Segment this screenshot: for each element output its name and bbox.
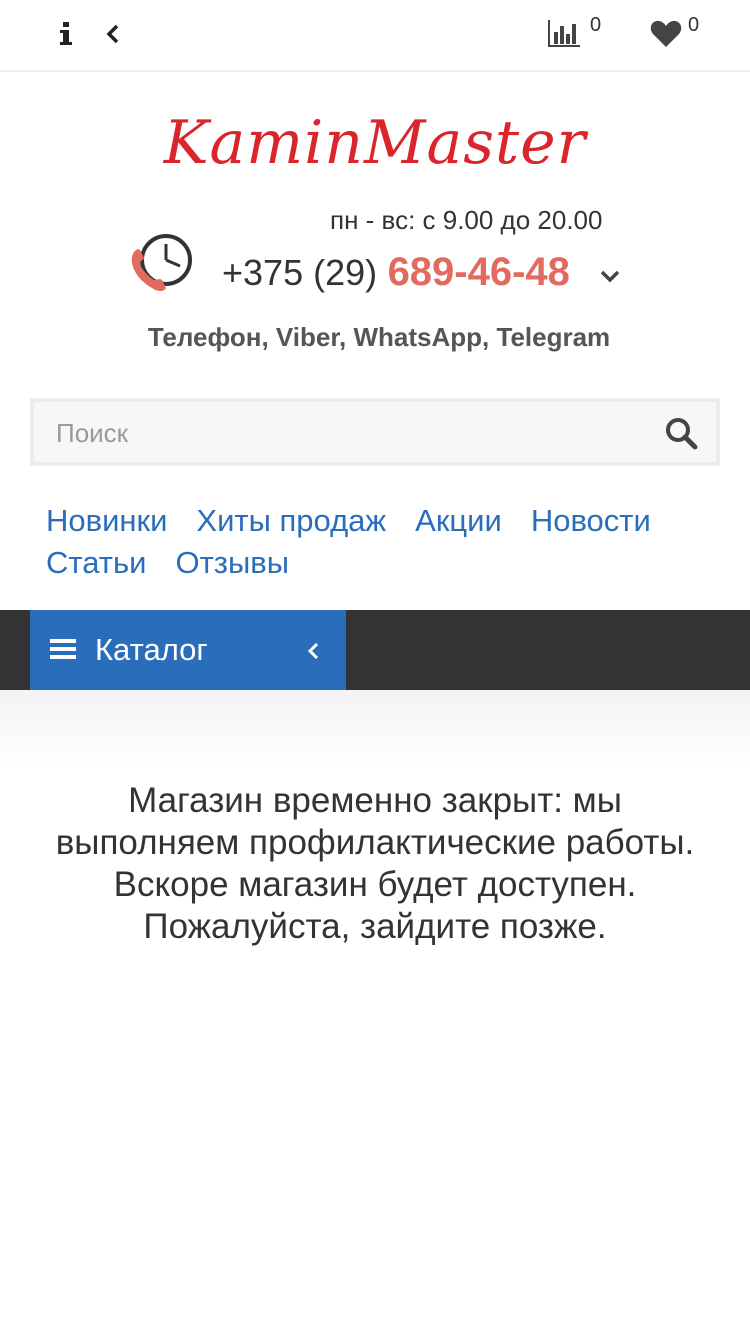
info-icon[interactable] <box>52 16 80 52</box>
search-icon[interactable] <box>664 416 698 450</box>
chevron-left-icon[interactable] <box>98 16 128 52</box>
message-line: Вскоре магазин будет доступен. <box>113 865 637 904</box>
nav-link-new[interactable]: Новинки <box>46 500 167 542</box>
phone-prefix: +375 (29) <box>222 252 378 293</box>
nav-link-reviews[interactable]: Отзывы <box>175 542 289 584</box>
maintenance-message: Магазин временно закрыт: мы выполняем пр… <box>0 780 750 948</box>
favorites-count: 0 <box>688 14 700 36</box>
nav-link-promotions[interactable]: Акции <box>415 500 502 542</box>
working-hours: пн - вс: с 9.00 до 20.00 <box>330 205 603 235</box>
page: 0 0 KaminMaster пн - вс: с 9.00 до 20.00… <box>0 0 750 1334</box>
bar-chart-icon[interactable] <box>544 16 584 52</box>
phone-number: 689-46-48 <box>387 250 570 294</box>
catalog-button[interactable]: Каталог <box>30 610 346 690</box>
message-line: Пожалуйста, зайдите позже. <box>143 907 607 946</box>
compare-count: 0 <box>590 14 602 36</box>
content-shade <box>0 690 750 770</box>
chevron-left-icon <box>306 640 320 662</box>
message-line: Магазин временно закрыт: мы <box>128 781 622 820</box>
heart-icon[interactable] <box>646 16 686 52</box>
phone-link[interactable]: +375 (29) 689-46-48 <box>222 250 570 295</box>
messengers-text: Телефон, Viber, WhatsApp, Telegram <box>147 322 611 352</box>
nav-link-news[interactable]: Новости <box>531 500 651 542</box>
search-input[interactable] <box>34 402 658 464</box>
search-box <box>30 398 720 466</box>
catalog-label: Каталог <box>95 632 208 667</box>
top-bar: 0 0 <box>0 0 750 72</box>
phone-clock-icon <box>126 230 198 298</box>
site-logo[interactable]: KaminMaster <box>0 108 750 178</box>
nav-link-articles[interactable]: Статьи <box>46 542 146 584</box>
nav-links: Новинки Хиты продаж Акции Новости Статьи Отзы… <box>46 500 726 584</box>
message-line: выполняем профилактические работы. <box>55 823 695 862</box>
catalog-bar: Каталог <box>0 610 750 690</box>
chevron-down-icon[interactable] <box>598 264 622 288</box>
hamburger-icon <box>50 638 76 660</box>
nav-link-bestsellers[interactable]: Хиты продаж <box>196 500 386 542</box>
